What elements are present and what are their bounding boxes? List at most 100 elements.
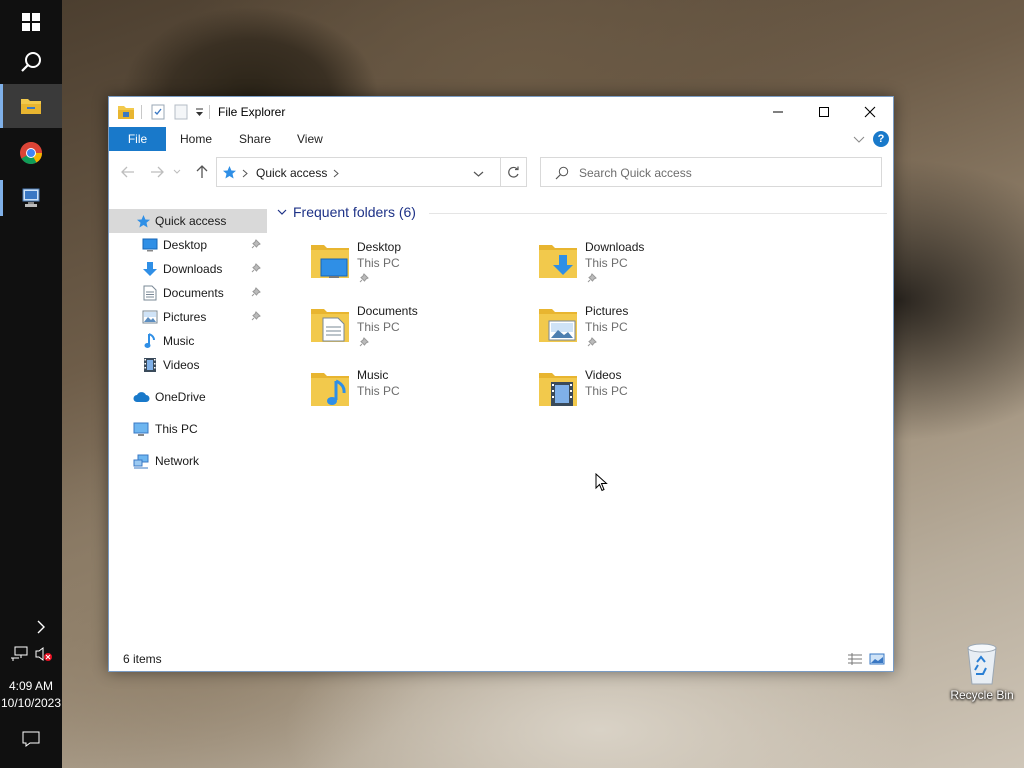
chevron-down-icon [196, 108, 203, 116]
folder-tile-documents[interactable]: Documents This PC [309, 301, 529, 357]
pin-icon [359, 273, 369, 283]
taskbar-remote-app[interactable] [0, 176, 62, 220]
window-title: File Explorer [218, 105, 286, 119]
nav-item-music[interactable]: Music [109, 329, 267, 353]
nav-item-label: Pictures [163, 310, 207, 324]
group-title: Frequent folders (6) [293, 204, 416, 220]
nav-item-network[interactable]: Network [109, 449, 267, 473]
chrome-icon [20, 142, 42, 164]
folder-name: Pictures [585, 304, 629, 318]
nav-item-this-pc[interactable]: This PC [109, 417, 267, 441]
folder-location: This PC [357, 320, 400, 334]
folder-tile-downloads[interactable]: Downloads This PC [537, 237, 757, 293]
tab-view[interactable]: View [297, 127, 323, 151]
search-box[interactable] [540, 157, 882, 187]
recycle-bin[interactable]: Recycle Bin [946, 638, 1018, 708]
nav-item-label: Quick access [155, 214, 227, 228]
pin-icon [359, 337, 369, 347]
folder-location: This PC [357, 384, 400, 398]
new-folder-icon [174, 104, 188, 120]
frequent-folders-header[interactable]: Frequent folders (6) [277, 204, 416, 220]
nav-item-downloads[interactable]: Downloads [109, 257, 267, 281]
mouse-cursor-icon [595, 473, 608, 492]
qat-new-folder-button[interactable] [174, 104, 188, 120]
chevron-down-icon [473, 171, 484, 177]
clock[interactable]: 4:09 AM 10/10/2023 [0, 679, 62, 710]
properties-icon [151, 104, 165, 120]
search-input[interactable] [579, 164, 869, 182]
chevron-right-icon [333, 169, 339, 178]
maximize-button[interactable] [801, 97, 847, 127]
large-icons-view-button[interactable] [869, 652, 885, 669]
nav-item-quick-access[interactable]: Quick access [109, 209, 267, 233]
up-button[interactable] [192, 163, 212, 181]
pin-icon [251, 239, 261, 249]
file-explorer-icon [118, 106, 134, 119]
tab-home[interactable]: Home [180, 127, 212, 151]
close-icon [864, 106, 876, 118]
folder-name: Videos [585, 368, 622, 382]
nav-item-videos[interactable]: Videos [109, 353, 267, 377]
address-field[interactable]: Quick access [216, 157, 527, 187]
address-location: Quick access [256, 166, 328, 180]
folder-tile-pictures[interactable]: Pictures This PC [537, 301, 757, 357]
quick-access-star-icon [223, 166, 236, 179]
show-hidden-icons-button[interactable] [36, 620, 46, 637]
status-bar: 6 items [109, 647, 893, 671]
nav-item-pictures[interactable]: Pictures [109, 305, 267, 329]
nav-item-label: Network [155, 454, 200, 468]
qat-customize-button[interactable] [195, 104, 204, 120]
qat-separator [141, 105, 142, 119]
back-button[interactable] [118, 163, 138, 181]
nav-item-desktop[interactable]: Desktop [109, 233, 267, 257]
recycle-bin-icon [967, 643, 997, 685]
volume-tray-button[interactable] [35, 646, 53, 665]
expand-ribbon-button[interactable] [853, 133, 865, 147]
clock-date: 10/10/2023 [0, 696, 62, 710]
nav-item-onedrive[interactable]: OneDrive [109, 385, 267, 409]
tab-file[interactable]: File [109, 127, 166, 151]
pin-icon [251, 311, 261, 321]
start-button[interactable] [0, 0, 62, 44]
this-pc-icon [133, 422, 149, 436]
title-bar[interactable]: File Explorer [109, 97, 893, 127]
pin-icon [251, 263, 261, 273]
chevron-right-icon [242, 169, 248, 178]
recent-locations-button[interactable] [172, 163, 182, 181]
pictures-folder-icon [539, 309, 577, 342]
qat-properties-button[interactable] [151, 104, 165, 120]
help-button[interactable]: ? [873, 131, 889, 147]
arrow-right-icon [151, 166, 164, 178]
tab-share[interactable]: Share [239, 127, 271, 151]
desktop-folder-icon [311, 245, 349, 278]
details-view-button[interactable] [847, 652, 863, 669]
folder-name: Downloads [585, 240, 645, 254]
minimize-icon [773, 111, 783, 113]
nav-item-documents[interactable]: Documents [109, 281, 267, 305]
forward-button[interactable] [147, 163, 167, 181]
folder-tile-desktop[interactable]: Desktop This PC [309, 237, 529, 293]
network-tray-button[interactable] [11, 646, 29, 665]
folder-name: Documents [357, 304, 418, 318]
close-button[interactable] [847, 97, 893, 127]
search-button[interactable] [0, 40, 62, 84]
refresh-button[interactable] [500, 157, 527, 187]
document-icon [143, 285, 157, 301]
taskbar-file-explorer[interactable] [0, 84, 62, 128]
large-icons-view-icon [869, 653, 885, 665]
folder-tile-videos[interactable]: Videos This PC [537, 365, 757, 421]
content-pane: Frequent folders (6) Desktop This PC Dow… [271, 201, 893, 645]
taskbar: 4:09 AM 10/10/2023 [0, 0, 62, 768]
music-icon [144, 333, 155, 348]
address-bar-row: Quick access [109, 155, 893, 189]
action-center-button[interactable] [22, 730, 40, 751]
volume-muted-icon [35, 647, 52, 661]
folder-tile-music[interactable]: Music This PC [309, 365, 529, 421]
window-icon[interactable] [117, 104, 135, 120]
address-history-button[interactable] [473, 167, 484, 181]
desktop-icon [142, 238, 158, 252]
recycle-bin-label: Recycle Bin [950, 688, 1014, 702]
taskbar-chrome[interactable] [0, 131, 62, 175]
minimize-button[interactable] [755, 97, 801, 127]
network-status-icon [11, 646, 28, 661]
